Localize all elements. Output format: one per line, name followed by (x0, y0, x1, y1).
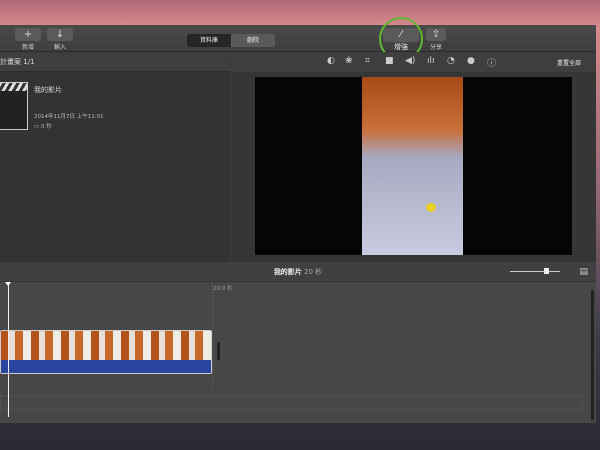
clip-thumbnails (1, 331, 211, 360)
video-frame (362, 77, 463, 255)
tab-library[interactable]: 資料庫 (187, 34, 231, 47)
timeline-title: 我的影片 (273, 268, 302, 276)
imovie-window: + 新增 ↓ 輸入 資料庫 劇院 ⁄ 增強 ⇪ 分享 計畫案 1/1 我的影片 … (0, 17, 596, 423)
project-item[interactable]: 我的影片 2014年11月7日 上午11:01 ▭ 0 秒 (0, 72, 230, 142)
download-arrow-icon: ↓ (55, 29, 65, 40)
timeline: 我的影片 20 秒 ▤ 20.9 秒 (0, 262, 596, 423)
share-label: 分享 (429, 44, 442, 51)
stabilization-icon[interactable]: ■ (385, 56, 394, 66)
share-icon: ⇪ (431, 29, 441, 40)
clip-end-handle[interactable] (217, 342, 220, 360)
plus-icon: + (23, 29, 33, 40)
project-title: 我的影片 (34, 86, 62, 94)
timeline-header: 我的影片 20 秒 ▤ (0, 262, 596, 282)
clip-audio-waveform (1, 360, 211, 373)
playhead-icon (5, 282, 11, 289)
toolbar: + 新增 ↓ 輸入 資料庫 劇院 ⁄ 增強 ⇪ 分享 (0, 17, 596, 61)
reset-all-button[interactable]: 重置全部 (557, 58, 581, 67)
library-panel: 計畫案 1/1 我的影片 2014年11月7日 上午11:01 ▭ 0 秒 (0, 52, 230, 262)
volume-icon[interactable]: ◀) (405, 56, 415, 66)
project-thumbnail (0, 82, 28, 130)
filter-icon[interactable]: ● (467, 56, 475, 66)
zoom-slider[interactable] (510, 268, 560, 274)
info-icon[interactable]: ⓘ (487, 56, 496, 69)
video-viewer[interactable] (255, 77, 572, 255)
color-balance-icon[interactable]: ◐ (327, 56, 335, 66)
video-clip[interactable] (0, 330, 212, 374)
projects-count: 1/1 (23, 58, 35, 66)
clapper-icon (0, 83, 27, 91)
color-correction-icon[interactable]: ❀ (345, 56, 353, 66)
project-date: 2014年11月7日 上午11:01 (34, 114, 104, 120)
scrollbar[interactable] (591, 290, 594, 420)
playhead[interactable] (5, 282, 11, 417)
import-button[interactable]: ↓ (47, 28, 73, 41)
timeline-duration: 20 秒 (304, 268, 323, 276)
tab-theater[interactable]: 劇院 (231, 34, 275, 47)
project-duration-row: ▭ 0 秒 (34, 122, 52, 130)
clip-appearance-icon[interactable]: ▤ (579, 262, 588, 282)
projects-header: 計畫案 1/1 (0, 52, 230, 72)
noise-reduction-icon[interactable]: ılı (427, 56, 435, 66)
new-label: 新增 (21, 44, 34, 51)
ball (426, 203, 436, 212)
share-button[interactable]: ⇪ (426, 28, 446, 41)
import-label: 輸入 (53, 44, 66, 51)
speed-icon[interactable]: ◔ (447, 56, 455, 66)
end-marker-line (212, 282, 213, 387)
end-marker-label: 20.9 秒 (213, 286, 233, 292)
film-icon: ▭ (34, 124, 40, 130)
project-duration: 0 秒 (40, 124, 52, 130)
background-music-well[interactable] (0, 395, 583, 410)
projects-title: 計畫案 (0, 58, 21, 66)
zoom-slider-knob[interactable] (544, 268, 549, 274)
viewer-panel: ◐ ❀ ⌗ ■ ◀) ılı ◔ ● ⓘ 重置全部 (231, 52, 596, 262)
crop-icon[interactable]: ⌗ (365, 56, 370, 66)
new-button[interactable]: + (15, 28, 41, 41)
adjust-toolbar: ◐ ❀ ⌗ ■ ◀) ılı ◔ ● ⓘ 重置全部 (231, 52, 596, 72)
